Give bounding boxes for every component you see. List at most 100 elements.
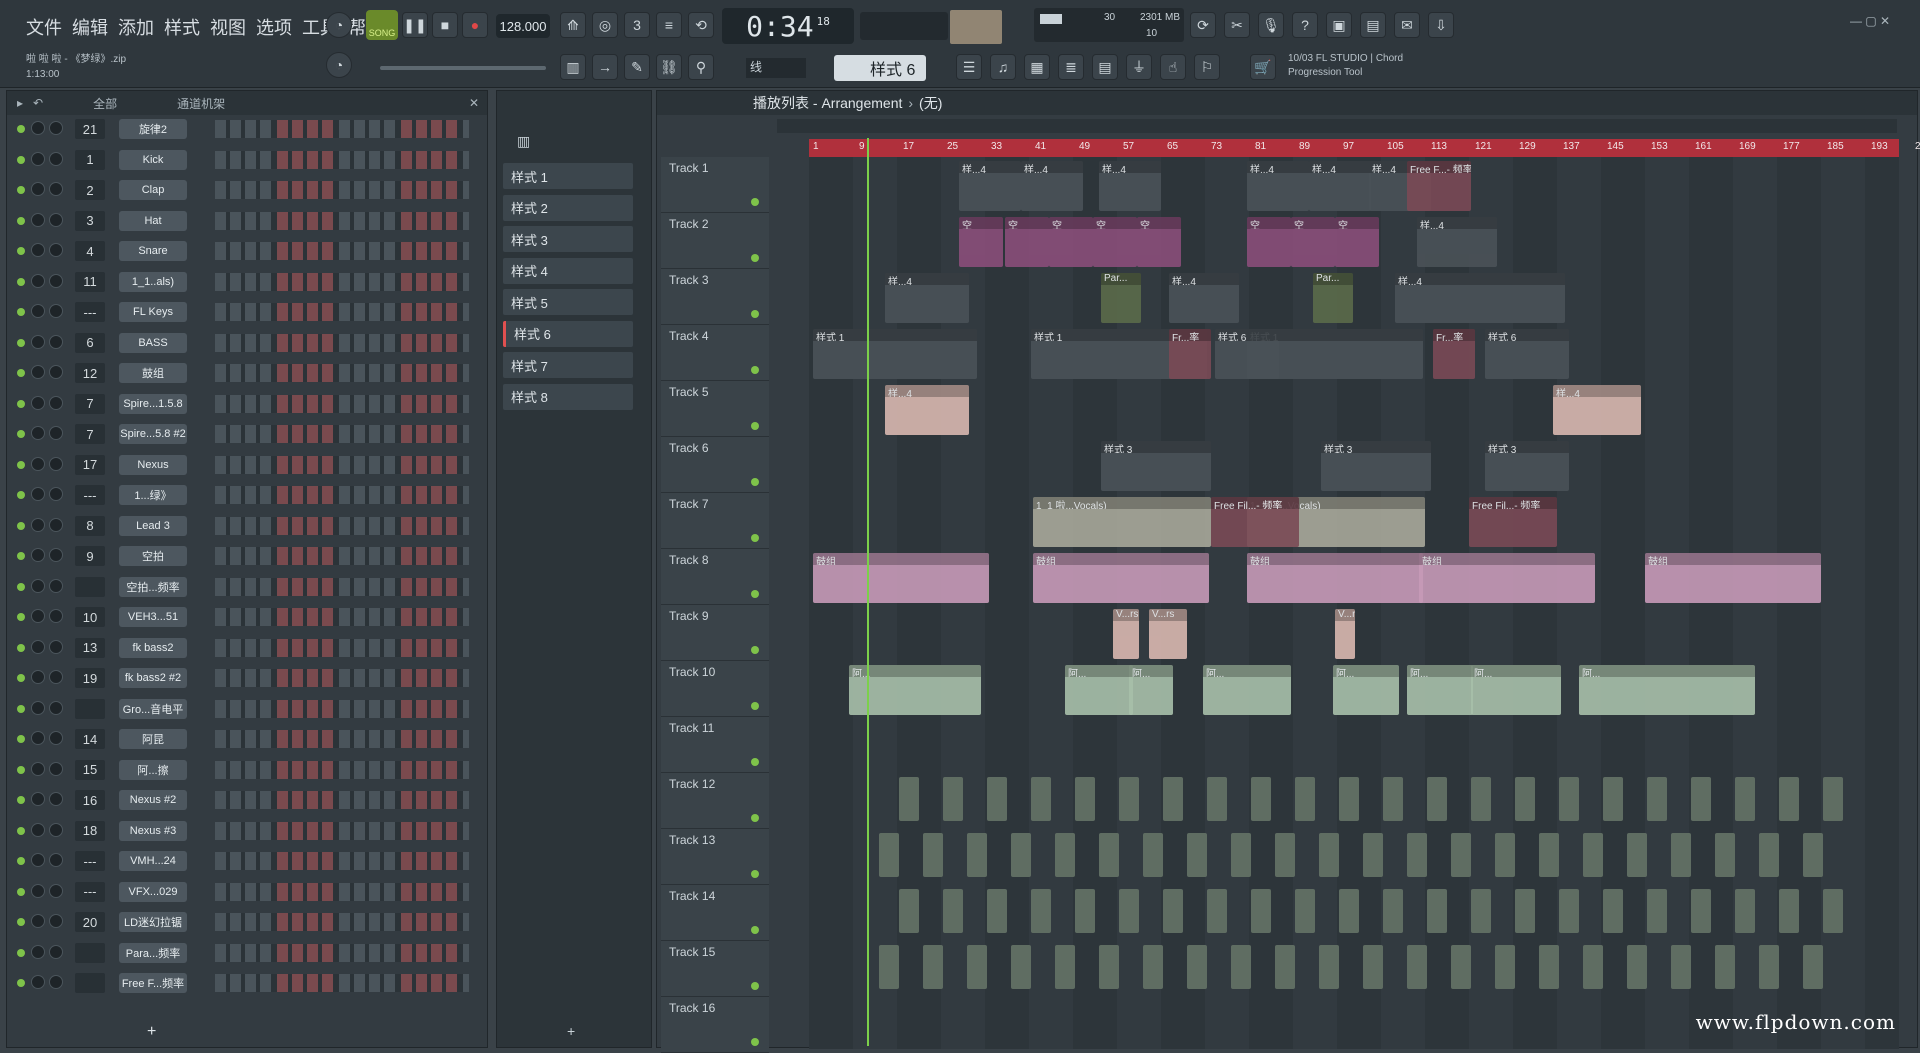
playlist-clip[interactable]: 样式 6 xyxy=(1485,329,1569,379)
mute-button[interactable]: ⚐ xyxy=(1194,54,1220,80)
metronome-button[interactable]: ⟰ xyxy=(560,12,586,38)
playlist-clip[interactable]: V...rs xyxy=(1335,609,1355,659)
playlist-clip[interactable] xyxy=(1427,889,1447,933)
add-pattern-button[interactable]: + xyxy=(567,1023,575,1039)
channel-mixer-number[interactable]: 1 xyxy=(75,150,105,170)
playlist-clip[interactable] xyxy=(1407,945,1427,989)
pan-knob[interactable] xyxy=(31,121,45,135)
channel-mute-led[interactable] xyxy=(17,949,25,957)
playlist-clip[interactable]: 阿... xyxy=(1203,665,1291,715)
channel-row[interactable]: 19fk bass2 #2 xyxy=(7,666,477,690)
playlist-clip[interactable] xyxy=(1363,833,1383,877)
pan-knob[interactable] xyxy=(31,731,45,745)
channel-mute-led[interactable] xyxy=(17,857,25,865)
playlist-clip[interactable]: Fr...率 xyxy=(1433,329,1475,379)
playlist-clip[interactable]: 样式 6 xyxy=(1215,329,1279,379)
playlist-clip[interactable]: 鼓组 xyxy=(1033,553,1209,603)
playlist-clip[interactable] xyxy=(1471,889,1491,933)
track-header[interactable]: Track 14 xyxy=(661,885,769,941)
channel-mute-led[interactable] xyxy=(17,735,25,743)
volume-knob[interactable] xyxy=(49,487,63,501)
channel-name-button[interactable]: Free F...频率 xyxy=(119,973,187,993)
track-mute-led[interactable] xyxy=(751,310,759,318)
touch-button[interactable]: ☝ xyxy=(1160,54,1186,80)
pan-knob[interactable] xyxy=(31,823,45,837)
step-sequencer[interactable] xyxy=(215,456,469,474)
timeline-ruler[interactable]: 1917253341495765738189971051131211291371… xyxy=(809,139,1899,157)
playlist-clip[interactable] xyxy=(1275,945,1295,989)
menu-file[interactable]: 文件 xyxy=(24,14,64,40)
shop-button[interactable]: 🛒 xyxy=(1250,54,1276,80)
pan-knob[interactable] xyxy=(31,152,45,166)
volume-knob[interactable] xyxy=(49,640,63,654)
channel-row[interactable]: 3Hat xyxy=(7,209,477,233)
channel-name-button[interactable]: Spire...5.8 #2 xyxy=(119,424,187,444)
channel-mixer-number[interactable]: --- xyxy=(75,851,105,871)
brush-button[interactable]: ✎ xyxy=(624,54,650,80)
channel-name-button[interactable]: 鼓组 xyxy=(119,363,187,383)
playlist-clip[interactable] xyxy=(1187,945,1207,989)
pan-knob[interactable] xyxy=(31,670,45,684)
tempo-display[interactable]: 128.000 xyxy=(496,14,550,38)
piano-roll-view-button[interactable]: ♫ xyxy=(990,54,1016,80)
close-icon[interactable]: ✕ xyxy=(469,96,479,110)
playlist-clip[interactable] xyxy=(1603,889,1623,933)
step-sequencer[interactable] xyxy=(215,364,469,382)
channel-rack-button[interactable]: ▦ xyxy=(1024,54,1050,80)
channel-name-button[interactable]: Nexus #2 xyxy=(119,790,187,810)
playlist-clip[interactable] xyxy=(1647,777,1667,821)
channel-mixer-number[interactable]: 3 xyxy=(75,211,105,231)
step-sequencer[interactable] xyxy=(215,242,469,260)
channel-name-button[interactable]: Spire...1.5.8 xyxy=(119,394,187,414)
playlist-clip[interactable]: Fr...率 xyxy=(1169,329,1211,379)
pan-knob[interactable] xyxy=(31,609,45,623)
playlist-button[interactable]: ☰ xyxy=(956,54,982,80)
step-sequencer[interactable] xyxy=(215,822,469,840)
pattern-item[interactable]: 样式 4 xyxy=(503,258,633,284)
playlist-clip[interactable] xyxy=(1187,833,1207,877)
playlist-clip[interactable] xyxy=(1055,945,1075,989)
pattern-item[interactable]: 样式 5 xyxy=(503,289,633,315)
volume-knob[interactable] xyxy=(49,365,63,379)
pattern-item[interactable]: 样式 2 xyxy=(503,195,633,221)
playlist-clip[interactable]: 样...4 xyxy=(959,161,1021,211)
channel-mixer-number[interactable]: 9 xyxy=(75,546,105,566)
channel-row[interactable]: 6BASS xyxy=(7,331,477,355)
playlist-clip[interactable] xyxy=(1075,777,1095,821)
playlist-clip[interactable]: 样...4 xyxy=(1169,273,1239,323)
plugin-picker-button[interactable]: ⏚ xyxy=(1126,54,1152,80)
loop-record-button[interactable]: ⟲ xyxy=(688,12,714,38)
playlist-clip[interactable]: 样...4 xyxy=(1417,217,1497,267)
channel-mixer-number[interactable]: 7 xyxy=(75,424,105,444)
volume-knob[interactable] xyxy=(49,396,63,410)
volume-knob[interactable] xyxy=(49,182,63,196)
menu-edit[interactable]: 编辑 xyxy=(70,14,110,40)
playlist-clip[interactable] xyxy=(1735,889,1755,933)
channel-mute-led[interactable] xyxy=(17,247,25,255)
channel-mute-led[interactable] xyxy=(17,369,25,377)
playlist-clip[interactable] xyxy=(1691,777,1711,821)
channel-row[interactable]: 18Nexus #3 xyxy=(7,819,477,843)
playlist-clip[interactable] xyxy=(1231,945,1251,989)
playlist-clip[interactable]: 样...4 xyxy=(885,273,969,323)
playlist-clip[interactable]: 鼓组 xyxy=(1645,553,1821,603)
track-mute-led[interactable] xyxy=(751,422,759,430)
channel-row[interactable]: Gro...音电平 xyxy=(7,697,477,721)
volume-knob[interactable] xyxy=(49,823,63,837)
channel-name-button[interactable]: Gro...音电平 xyxy=(119,699,187,719)
add-channel-button[interactable]: + xyxy=(147,1023,156,1041)
channel-mixer-number[interactable]: 20 xyxy=(75,912,105,932)
step-sequencer[interactable] xyxy=(215,883,469,901)
playlist-clip[interactable] xyxy=(1495,833,1515,877)
step-sequencer[interactable] xyxy=(215,700,469,718)
playlist-clip[interactable]: 空 xyxy=(1137,217,1181,267)
pan-knob[interactable] xyxy=(31,792,45,806)
playlist-clip[interactable]: 样...4 xyxy=(1247,161,1309,211)
channel-mixer-number[interactable]: 11 xyxy=(75,272,105,292)
channel-name-button[interactable]: 阿昆 xyxy=(119,729,187,749)
channel-name-button[interactable]: 1_1..als) xyxy=(119,272,187,292)
track-header[interactable]: Track 1 xyxy=(661,157,769,213)
step-sequencer[interactable] xyxy=(215,974,469,992)
playlist-clip[interactable] xyxy=(1143,833,1163,877)
step-sequencer[interactable] xyxy=(215,120,469,138)
